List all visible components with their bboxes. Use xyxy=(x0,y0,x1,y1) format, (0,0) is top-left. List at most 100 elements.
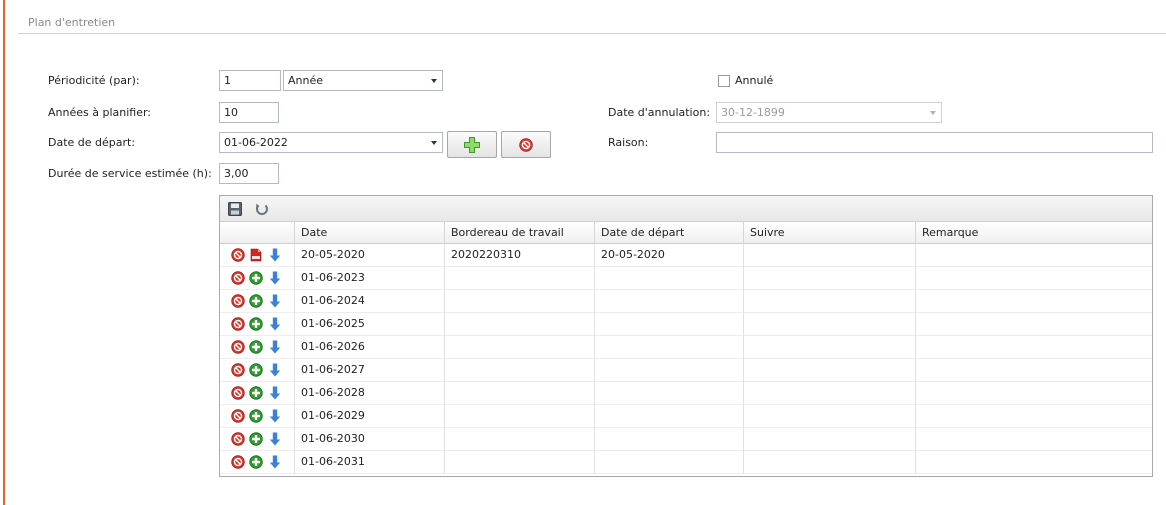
clear-button[interactable] xyxy=(501,131,551,158)
delete-icon[interactable] xyxy=(231,340,245,354)
header-work-order[interactable]: Bordereau de travail xyxy=(445,222,595,244)
undo-icon[interactable] xyxy=(254,201,270,217)
cell-start-date xyxy=(595,313,744,336)
add-button[interactable] xyxy=(447,131,497,158)
add-circle-icon[interactable] xyxy=(249,409,263,423)
table-row[interactable]: 01-06-2031 xyxy=(220,451,1152,474)
start-date-label: Date de départ: xyxy=(48,136,136,149)
start-date-picker[interactable]: 01-06-2022 xyxy=(219,132,443,153)
maintenance-grid: Date Bordereau de travail Date de départ… xyxy=(219,195,1153,477)
start-date-value: 01-06-2022 xyxy=(224,136,288,149)
cell-work-order xyxy=(445,382,595,405)
periodicity-unit-select[interactable]: Année xyxy=(283,70,443,91)
row-actions xyxy=(220,290,295,313)
duration-label: Durée de service estimée (h): xyxy=(48,167,212,180)
cell-date: 01-06-2025 xyxy=(295,313,445,336)
cell-work-order xyxy=(445,359,595,382)
cell-work-order xyxy=(445,451,595,474)
cell-follow xyxy=(744,451,916,474)
cell-follow xyxy=(744,336,916,359)
row-actions xyxy=(220,267,295,290)
periodicity-label: Périodicité (par): xyxy=(48,74,140,87)
delete-icon[interactable] xyxy=(231,248,245,262)
add-circle-icon[interactable] xyxy=(249,317,263,331)
cell-start-date xyxy=(595,336,744,359)
delete-icon[interactable] xyxy=(231,432,245,446)
delete-icon[interactable] xyxy=(231,317,245,331)
cell-remark xyxy=(916,267,1152,290)
delete-icon[interactable] xyxy=(231,455,245,469)
periodicity-unit-value: Année xyxy=(288,74,324,87)
cell-date: 01-06-2026 xyxy=(295,336,445,359)
arrow-down-icon[interactable] xyxy=(268,340,282,354)
delete-icon[interactable] xyxy=(231,271,245,285)
cell-start-date xyxy=(595,359,744,382)
cell-date: 01-06-2030 xyxy=(295,428,445,451)
cell-date: 01-06-2024 xyxy=(295,290,445,313)
periodicity-input[interactable] xyxy=(219,70,281,91)
arrow-down-icon[interactable] xyxy=(268,409,282,423)
table-row[interactable]: 01-06-2028 xyxy=(220,382,1152,405)
add-circle-icon[interactable] xyxy=(249,386,263,400)
cell-remark xyxy=(916,405,1152,428)
add-circle-icon[interactable] xyxy=(249,294,263,308)
header-start-date[interactable]: Date de départ xyxy=(595,222,744,244)
delete-icon[interactable] xyxy=(231,363,245,377)
arrow-down-icon[interactable] xyxy=(268,248,282,262)
delete-icon[interactable] xyxy=(231,386,245,400)
cell-remark xyxy=(916,290,1152,313)
table-row[interactable]: 20-05-2020 2020220310 20-05-2020 xyxy=(220,244,1152,267)
cell-date: 20-05-2020 xyxy=(295,244,445,267)
delete-icon[interactable] xyxy=(231,409,245,423)
arrow-down-icon[interactable] xyxy=(268,271,282,285)
cell-date: 01-06-2029 xyxy=(295,405,445,428)
cell-work-order xyxy=(445,267,595,290)
add-circle-icon[interactable] xyxy=(249,271,263,285)
arrow-down-icon[interactable] xyxy=(268,432,282,446)
row-actions xyxy=(220,405,295,428)
table-row[interactable]: 01-06-2026 xyxy=(220,336,1152,359)
add-circle-icon[interactable] xyxy=(249,432,263,446)
add-circle-icon[interactable] xyxy=(249,455,263,469)
cell-work-order: 2020220310 xyxy=(445,244,595,267)
table-row[interactable]: 01-06-2024 xyxy=(220,290,1152,313)
cell-remark xyxy=(916,359,1152,382)
row-actions xyxy=(220,382,295,405)
pdf-icon[interactable] xyxy=(249,248,263,262)
header-remark[interactable]: Remarque xyxy=(916,222,1152,244)
arrow-down-icon[interactable] xyxy=(268,386,282,400)
table-row[interactable]: 01-06-2023 xyxy=(220,267,1152,290)
arrow-down-icon[interactable] xyxy=(268,294,282,308)
header-date[interactable]: Date xyxy=(295,222,445,244)
delete-icon[interactable] xyxy=(231,294,245,308)
cell-remark xyxy=(916,382,1152,405)
arrow-down-icon[interactable] xyxy=(268,455,282,469)
add-circle-icon[interactable] xyxy=(249,340,263,354)
chevron-down-icon xyxy=(431,79,437,83)
years-input[interactable] xyxy=(219,102,279,123)
arrow-down-icon[interactable] xyxy=(268,317,282,331)
cell-date: 01-06-2023 xyxy=(295,267,445,290)
cell-start-date xyxy=(595,428,744,451)
grid-toolbar xyxy=(220,196,1152,222)
plus-icon xyxy=(464,136,480,153)
reason-input[interactable] xyxy=(716,132,1153,153)
cell-follow xyxy=(744,382,916,405)
cancel-date-picker[interactable]: 30-12-1899 xyxy=(716,102,942,123)
cell-work-order xyxy=(445,313,595,336)
table-row[interactable]: 01-06-2029 xyxy=(220,405,1152,428)
add-circle-icon[interactable] xyxy=(249,363,263,377)
cell-work-order xyxy=(445,290,595,313)
table-row[interactable]: 01-06-2025 xyxy=(220,313,1152,336)
cell-date: 01-06-2031 xyxy=(295,451,445,474)
duration-input[interactable] xyxy=(219,163,279,184)
section-title: Plan d'entretien xyxy=(28,16,116,29)
arrow-down-icon[interactable] xyxy=(268,363,282,377)
save-icon[interactable] xyxy=(227,201,243,217)
header-follow[interactable]: Suivre xyxy=(744,222,916,244)
cancelled-checkbox[interactable] xyxy=(718,75,730,87)
cancel-date-label: Date d'annulation: xyxy=(608,106,711,119)
table-row[interactable]: 01-06-2030 xyxy=(220,428,1152,451)
cell-remark xyxy=(916,451,1152,474)
table-row[interactable]: 01-06-2027 xyxy=(220,359,1152,382)
